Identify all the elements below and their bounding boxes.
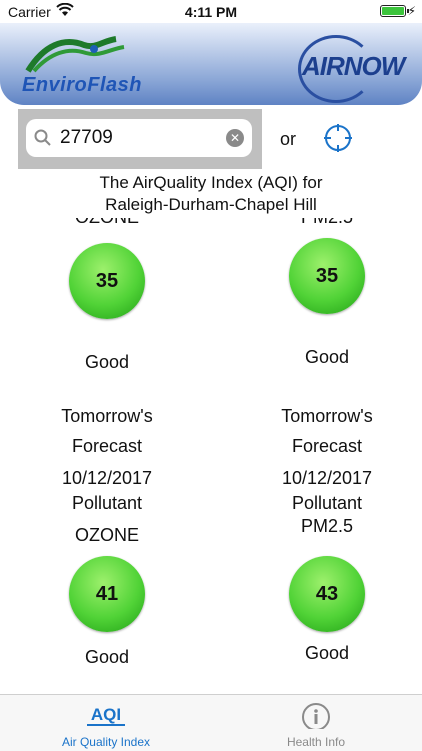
today-right-aqi-value: 35 xyxy=(315,265,339,287)
tab-health-info[interactable]: Health Info xyxy=(236,695,396,751)
today-left-aqi-circle: 35 xyxy=(69,243,145,319)
aqi-icon: AQI xyxy=(87,705,125,726)
tomorrow-right-aqi-value: 43 xyxy=(315,583,339,605)
tomorrow-left-title2: Forecast xyxy=(71,436,143,456)
locate-me-icon[interactable] xyxy=(323,123,353,153)
airnow-logo-text: AIRNOW xyxy=(302,51,405,81)
tomorrow-left-category: Good xyxy=(84,647,130,667)
today-right-category: Good xyxy=(304,347,350,367)
tomorrow-right-title1: Tomorrow's xyxy=(281,406,373,426)
tomorrow-left-date: 10/12/2017 xyxy=(61,468,153,488)
charging-icon: ⚡ xyxy=(407,4,416,18)
today-right-pollutant: PM2.5 xyxy=(257,218,397,226)
aqi-location-title: The AirQuality Index (AQI) for Raleigh-D… xyxy=(0,172,422,216)
tomorrow-right-aqi-circle: 43 xyxy=(289,556,365,632)
info-icon xyxy=(302,703,330,729)
tomorrow-left-pollutant: OZONE xyxy=(74,525,139,545)
enviroflash-logo-text: EnviroFlash xyxy=(22,74,142,96)
tab-bar: AQI Air Quality Index Health Info xyxy=(0,694,422,751)
today-left-aqi-value: 35 xyxy=(95,270,119,292)
aqi-location-name: Raleigh-Durham-Chapel Hill xyxy=(105,195,317,214)
search-icon xyxy=(34,129,51,146)
today-left-category: Good xyxy=(84,352,130,372)
today-right-aqi-circle: 35 xyxy=(289,238,365,314)
enviroflash-swoosh-icon xyxy=(25,36,125,73)
tomorrow-left-aqi-value: 41 xyxy=(95,583,119,605)
search-bar: ✕ xyxy=(18,109,262,169)
status-bar: Carrier 4:11 PM ⚡ xyxy=(0,0,422,24)
tomorrow-left-title1: Tomorrow's xyxy=(61,406,153,426)
aqi-title-line1: The AirQuality Index (AQI) for xyxy=(99,173,323,192)
airnow-logo: AIRNOW xyxy=(292,33,405,103)
tomorrow-right-pollutant-label: Pollutant xyxy=(291,493,363,513)
tab-health-info-label: Health Info xyxy=(286,735,346,749)
tomorrow-right-pollutant: PM2.5 xyxy=(300,516,354,536)
battery-icon xyxy=(380,5,409,17)
clear-search-icon[interactable]: ✕ xyxy=(226,129,244,147)
tomorrow-right-category: Good xyxy=(304,643,350,663)
zip-search-input[interactable] xyxy=(60,126,210,150)
tab-air-quality-index-label: Air Quality Index xyxy=(61,735,151,749)
clock-label: 4:11 PM xyxy=(184,4,238,20)
tomorrow-left-aqi-circle: 41 xyxy=(69,556,145,632)
svg-text:AQI: AQI xyxy=(91,705,121,724)
tab-air-quality-index[interactable]: AQI Air Quality Index xyxy=(26,695,186,751)
tomorrow-right-title2: Forecast xyxy=(291,436,363,456)
tomorrow-right-date: 10/12/2017 xyxy=(281,468,373,488)
today-left-pollutant: OZONE xyxy=(37,218,177,226)
or-label: or xyxy=(280,129,297,149)
enviroflash-logo: EnviroFlash xyxy=(18,31,148,99)
search-field[interactable]: ✕ xyxy=(26,119,252,157)
header-banner: EnviroFlash AIRNOW xyxy=(0,23,422,105)
tomorrow-left-pollutant-label: Pollutant xyxy=(71,493,143,513)
